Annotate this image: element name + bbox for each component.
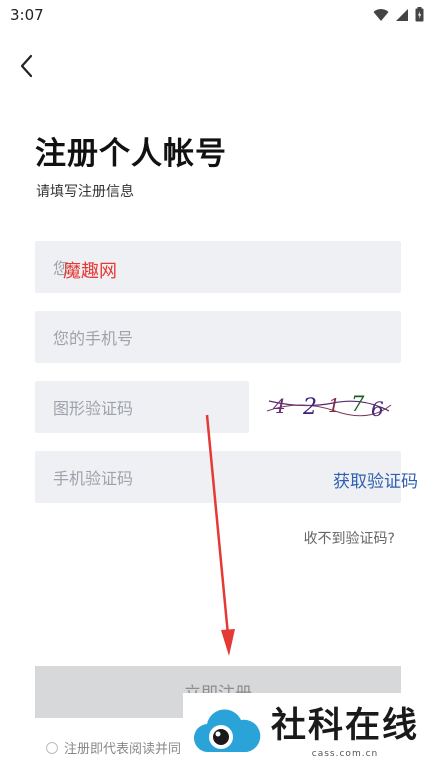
cloud-logo-icon — [193, 709, 261, 753]
brand-url: cass.com.cn — [311, 749, 379, 759]
phone-placeholder: 您的手机号 — [53, 329, 134, 348]
wifi-icon — [373, 8, 389, 21]
annotation-arrow — [205, 414, 235, 656]
phone-input[interactable]: 您的手机号 — [35, 311, 401, 363]
svg-text:2: 2 — [302, 395, 317, 420]
signal-icon — [396, 8, 408, 21]
battery-icon — [415, 7, 424, 22]
svg-text:6: 6 — [371, 397, 384, 421]
captcha-placeholder: 图形验证码 — [53, 399, 134, 418]
agreement-radio[interactable] — [46, 741, 58, 754]
page-title: 注册个人帐号 — [35, 136, 227, 172]
svg-text:1: 1 — [328, 395, 340, 417]
brand-watermark: 社科在线 cass.com.cn — [183, 693, 436, 775]
sms-placeholder: 手机验证码 — [53, 469, 134, 488]
overlay-watermark: 魔趣网 — [63, 261, 117, 282]
captcha-image[interactable]: 4 2 1 7 6 — [263, 381, 393, 431]
status-time: 3:07 — [10, 6, 44, 24]
svg-text:4: 4 — [272, 394, 286, 418]
chevron-left-icon — [20, 54, 33, 78]
no-code-link[interactable]: 收不到验证码? — [304, 528, 395, 548]
status-icons — [373, 7, 424, 22]
agreement-text: 注册即代表阅读并同 — [64, 742, 182, 757]
page-subtitle: 请填写注册信息 — [36, 184, 134, 200]
back-button[interactable] — [14, 52, 42, 80]
agreement-row[interactable]: 注册即代表阅读并同 — [46, 738, 181, 757]
svg-text:7: 7 — [351, 392, 365, 416]
brand-name: 社科在线 — [271, 706, 420, 746]
get-code-button[interactable]: 获取验证码 — [333, 467, 418, 492]
